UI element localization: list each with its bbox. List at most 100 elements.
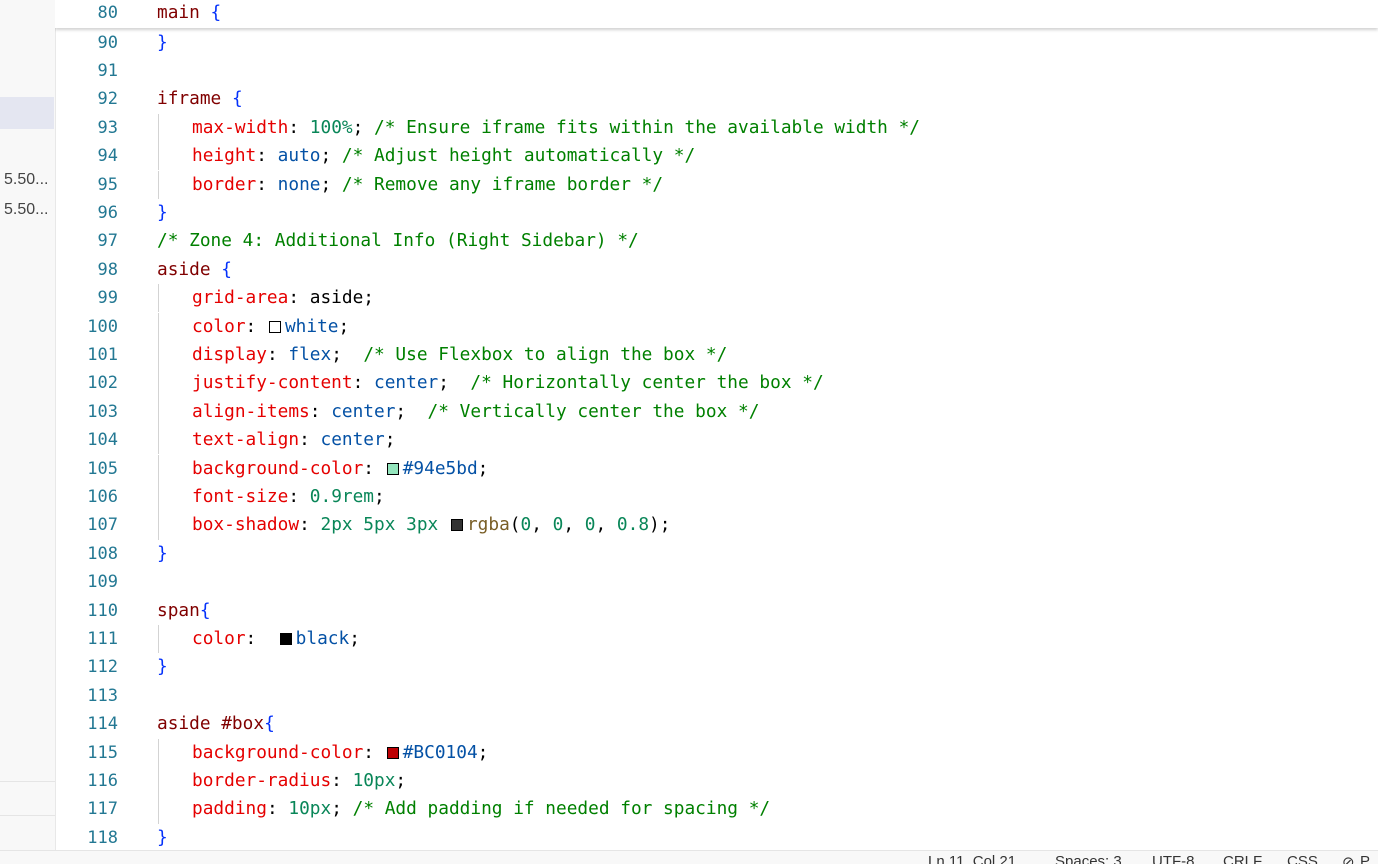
- line-number: 113: [87, 685, 118, 706]
- code-line[interactable]: 99 grid-area: aside;: [55, 284, 1378, 313]
- line-number: 98: [97, 259, 118, 280]
- code-token: :: [363, 741, 385, 763]
- notifications-icon[interactable]: ⊘: [1342, 853, 1355, 864]
- color-swatch-icon[interactable]: [279, 632, 292, 645]
- line-number: 97: [97, 231, 118, 252]
- code-line[interactable]: 114 aside #box{: [55, 710, 1378, 738]
- code-line[interactable]: 95 border: none; /* Remove any iframe bor…: [55, 170, 1378, 199]
- code-token: color: [192, 627, 246, 649]
- code-token: :: [331, 769, 353, 791]
- code-line[interactable]: 92 iframe {: [55, 85, 1378, 113]
- cursor-position[interactable]: Ln 11, Col 21: [928, 853, 1016, 864]
- indentation-status[interactable]: Spaces: 3: [1055, 853, 1122, 864]
- code-line[interactable]: 113: [55, 682, 1378, 710]
- code-token: :: [363, 457, 385, 479]
- code-token: ;: [320, 145, 342, 167]
- code-line[interactable]: 107 box-shadow: 2px 5px 3px rgba(0, 0, 0,…: [55, 511, 1378, 540]
- sticky-scroll-header[interactable]: 80 main {: [55, 0, 1378, 28]
- code-token: aside: [157, 258, 222, 280]
- code-token: /* Zone 4: Additional Info (Right Sideba…: [157, 230, 639, 252]
- line-number: 103: [87, 401, 118, 422]
- code-token: 0.8: [616, 514, 650, 536]
- code-line[interactable]: 96}: [55, 199, 1378, 227]
- code-line[interactable]: 90}: [55, 29, 1378, 57]
- code-line[interactable]: 100 color: white;: [55, 312, 1378, 341]
- color-swatch-icon[interactable]: [450, 519, 463, 532]
- line-code: }: [157, 824, 168, 850]
- code-token: ;: [352, 116, 375, 138]
- code-editor[interactable]: 80 main { 90} 91 92 iframe {93 max-width: 10…: [55, 0, 1378, 850]
- code-token: black: [295, 627, 350, 649]
- eol-status[interactable]: CRLF: [1223, 853, 1262, 864]
- status-extra[interactable]: P: [1360, 853, 1370, 864]
- code-line[interactable]: 98 aside {: [55, 256, 1378, 284]
- code-token: aside #box: [157, 713, 265, 735]
- line-number: 104: [87, 430, 118, 451]
- line-code: align-items: center; /* Vertically cente…: [157, 398, 759, 426]
- line-code: justify-content: center; /* Horizontally…: [157, 369, 824, 397]
- code-token: border-radius: [192, 769, 332, 791]
- color-swatch-icon[interactable]: [386, 746, 399, 759]
- code-token: (: [509, 514, 521, 536]
- code-token: auto: [277, 145, 321, 167]
- timeline-timestamp[interactable]: 5.50...: [4, 201, 48, 219]
- code-line[interactable]: 108}: [55, 540, 1378, 568]
- line-number: 102: [87, 373, 118, 394]
- line-code: display: flex; /* Use Flexbox to align t…: [157, 341, 727, 369]
- line-number: 106: [87, 486, 118, 507]
- code-token: none: [277, 173, 321, 195]
- line-code: padding: 10px; /* Add padding if needed …: [157, 795, 770, 823]
- line-number: 117: [87, 799, 118, 820]
- line-number: 118: [87, 827, 118, 848]
- line-code: max-width: 100%; /* Ensure iframe fits w…: [157, 114, 920, 142]
- code-token: {: [231, 88, 243, 110]
- line-code: }: [157, 653, 168, 681]
- code-token: :: [299, 429, 321, 451]
- brace: {: [210, 2, 222, 23]
- code-line[interactable]: 91: [55, 57, 1378, 85]
- code-token: center: [374, 372, 439, 394]
- code-token: ,: [595, 514, 617, 536]
- code-line[interactable]: 101 display: flex; /* Use Flexbox to alig…: [55, 340, 1378, 370]
- timeline-timestamp[interactable]: 5.50...: [4, 171, 48, 189]
- line-code: }: [157, 540, 168, 568]
- code-line[interactable]: 117 padding: 10px; /* Add padding if need…: [55, 795, 1378, 824]
- code-token: ;: [477, 457, 489, 479]
- line-code: color: white;: [157, 313, 349, 341]
- code-line[interactable]: 102 justify-content: center; /* Horizonta…: [55, 369, 1378, 398]
- selected-explorer-item[interactable]: [0, 97, 54, 129]
- line-number: 115: [87, 742, 118, 763]
- line-number: 94: [97, 146, 118, 167]
- code-token: {: [199, 599, 211, 621]
- line-code: font-size: 0.9rem;: [157, 483, 385, 511]
- language-mode[interactable]: CSS: [1287, 853, 1318, 864]
- code-line[interactable]: 111 color: black;: [55, 624, 1378, 654]
- code-token: rgba: [466, 514, 510, 536]
- code-line[interactable]: 109: [55, 568, 1378, 596]
- code-line[interactable]: 105 background-color: #94e5bd;: [55, 454, 1378, 483]
- code-token: /* Adjust height automatically */: [341, 145, 696, 167]
- code-token: background-color: [192, 457, 364, 479]
- code-line[interactable]: 106 font-size: 0.9rem;: [55, 482, 1378, 512]
- encoding-status[interactable]: UTF-8: [1152, 853, 1195, 864]
- code-token: text-align: [192, 429, 300, 451]
- code-token: :: [266, 343, 289, 365]
- code-token: ;: [384, 429, 396, 451]
- code-line[interactable]: 112}: [55, 653, 1378, 681]
- code-line[interactable]: 115 background-color: #BC0104;: [55, 738, 1378, 767]
- code-line[interactable]: 118}: [55, 824, 1378, 850]
- code-line[interactable]: 94 height: auto; /* Adjust height automat…: [55, 142, 1378, 171]
- code-token: :: [288, 116, 310, 138]
- code-token: justify-content: [192, 372, 353, 394]
- code-line[interactable]: 104 text-align: center;: [55, 426, 1378, 455]
- code-line[interactable]: 110 span{: [55, 597, 1378, 625]
- color-swatch-icon[interactable]: [386, 462, 399, 475]
- code-token: ;: [320, 173, 342, 195]
- code-line[interactable]: 93 max-width: 100%; /* Ensure iframe fits…: [55, 113, 1378, 143]
- line-code: height: auto; /* Adjust height automatic…: [157, 142, 695, 170]
- code-line[interactable]: 97 /* Zone 4: Additional Info (Right Side…: [55, 227, 1378, 255]
- code-line[interactable]: 103 align-items: center; /* Vertically ce…: [55, 397, 1378, 427]
- code-line[interactable]: 116 border-radius: 10px;: [55, 766, 1378, 796]
- color-swatch-icon[interactable]: [268, 320, 281, 333]
- css-selector: main: [157, 2, 200, 23]
